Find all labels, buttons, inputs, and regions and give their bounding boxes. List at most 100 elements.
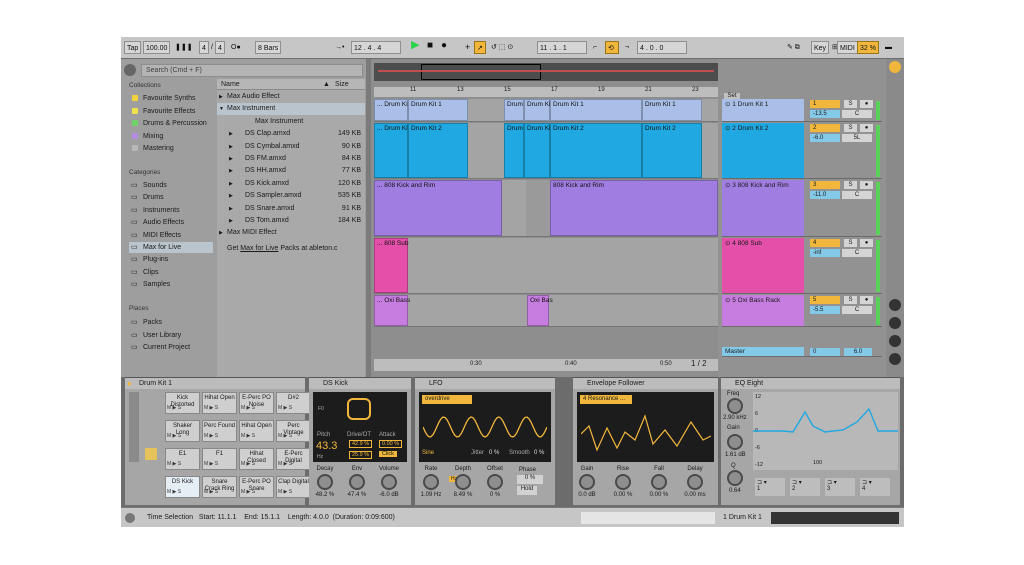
track-name-area[interactable]: ⊙ 1 Drum Kit 1 <box>722 99 804 121</box>
pad-controls[interactable]: M ▶ S <box>167 433 181 440</box>
file-row[interactable]: ▼ Max Instrument <box>217 103 365 116</box>
drum-pad[interactable]: Clap Digital M ▶ S <box>276 476 311 498</box>
arrangement-clip[interactable]: 808 Kick and Rim <box>550 180 718 236</box>
pad-controls[interactable]: M ▶ S <box>167 489 181 496</box>
sends-icon[interactable] <box>889 317 901 329</box>
drum-pad[interactable]: Perc Found M ▶ S <box>202 420 237 442</box>
drum-pad[interactable]: E-Perc PO Snare M ▶ S <box>239 476 274 498</box>
parameter-knob[interactable] <box>487 474 503 490</box>
collection-item[interactable]: Mixing <box>129 131 213 142</box>
arm-button[interactable]: ● <box>860 124 873 132</box>
lfo-title[interactable]: LFO <box>415 378 555 389</box>
parameter-knob[interactable] <box>651 474 667 490</box>
knob-value[interactable]: 8.49 % <box>447 492 479 498</box>
track-name-area[interactable]: ⊙ 4 808 Sub <box>722 238 804 293</box>
overview-viewport[interactable] <box>421 64 541 80</box>
expand-icon[interactable]: ▶ <box>229 165 233 177</box>
category-item[interactable]: ▭ Sounds <box>129 180 213 191</box>
track-header[interactable]: ⊙ 3 808 Kick and Rim 3 S ● -11.0 C <box>722 180 882 237</box>
capture-icon[interactable]: ↺ ⬚ ⊙ <box>489 41 515 54</box>
track-volume[interactable]: -11.0 <box>810 191 840 199</box>
expand-icon[interactable]: ▶ <box>229 141 233 153</box>
band-filter-icon[interactable]: ⊐ ▾ <box>827 479 853 486</box>
track-pan[interactable]: 5L <box>842 134 872 142</box>
drum-pad[interactable]: Hihat Open M ▶ S <box>202 392 237 414</box>
pitch-value[interactable]: 43.3 <box>316 440 337 452</box>
track-activator[interactable]: 3 <box>810 181 840 189</box>
attack-value[interactable]: 0.00 % <box>379 440 403 448</box>
master-pan[interactable]: 6.0 <box>844 348 872 356</box>
mixer-icon[interactable] <box>889 353 901 365</box>
drum-pad[interactable]: E1 M ▶ S <box>165 448 200 470</box>
phase-value[interactable]: 0 % <box>517 475 543 484</box>
expand-icon[interactable]: ▶ <box>229 128 233 140</box>
draw-mode-icon[interactable]: ✎ ⧉ <box>785 41 802 54</box>
category-item[interactable]: ▭ Instruments <box>129 205 213 216</box>
knob-value[interactable]: 0.00 % <box>607 492 639 498</box>
drum-rack-title[interactable]: Drum Kit 1 <box>125 378 305 389</box>
solo-button[interactable]: S <box>844 239 857 247</box>
knob-value[interactable]: 47.4 % <box>341 492 373 498</box>
browser-toggle-icon[interactable] <box>124 64 136 76</box>
loop-length[interactable]: 4 . 0 . 0 <box>637 41 687 54</box>
arrangement-clip[interactable]: Drum Kit <box>524 99 552 121</box>
arrangement-clip[interactable]: ... 808 Kick and Rim <box>374 180 502 236</box>
file-row[interactable]: Max Instrument <box>217 116 365 128</box>
file-row[interactable]: ▶ Max MIDI Effect <box>217 227 365 239</box>
arrangement-clip[interactable]: Drum Ki <box>504 123 530 178</box>
max-for-live-link[interactable]: Max for Live <box>240 245 278 252</box>
click-toggle[interactable]: Click <box>379 451 397 457</box>
eq-band-control[interactable]: ⊐ ▾ 4 <box>860 478 890 496</box>
status-icon[interactable] <box>125 513 135 523</box>
arm-button[interactable]: ● <box>860 100 873 108</box>
expand-icon[interactable]: ▶ <box>219 91 223 103</box>
loop-switch-icon[interactable]: ⟲ <box>605 41 619 54</box>
pad-controls[interactable]: M ▶ S <box>278 489 292 496</box>
pad-controls[interactable]: M ▶ S <box>241 489 255 496</box>
knob-value[interactable]: 0.0 dB <box>571 492 603 498</box>
arrangement-clip[interactable]: ... Drum Kit <box>374 99 410 121</box>
tap-button[interactable]: Tap <box>124 41 142 54</box>
track-volume[interactable]: -13.5 <box>810 110 840 118</box>
overview-strip[interactable] <box>374 63 718 81</box>
clip-overview[interactable] <box>581 512 715 524</box>
search-input[interactable]: Search (Cmd + F) <box>141 64 363 77</box>
expand-icon[interactable]: ▶ <box>229 153 233 165</box>
collection-item[interactable]: Drums & Percussion <box>129 118 213 129</box>
track-activator[interactable]: 1 <box>810 100 840 108</box>
gain-knob[interactable] <box>727 434 743 450</box>
drum-pad[interactable]: Snare Crack Ring M ▶ S <box>202 476 237 498</box>
arrangement-clip[interactable]: ... Drum Kit <box>374 123 410 178</box>
col-size[interactable]: Size <box>335 79 349 90</box>
drum-pad[interactable]: Perc Vintage M ▶ S <box>276 420 311 442</box>
file-row[interactable]: ▶ DS HH.amxd 77 KB <box>217 165 365 177</box>
stop-icon[interactable]: ■ <box>425 39 435 52</box>
drum-pad[interactable]: E-Perc Digital M ▶ S <box>276 448 311 470</box>
eq-title[interactable]: EQ Eight <box>721 378 900 389</box>
arrangement-clip[interactable]: Oxi Bas <box>527 295 553 326</box>
knob-value[interactable]: 0 % <box>479 492 511 498</box>
arrangement-clip[interactable]: ... Oxi Bass <box>374 295 410 326</box>
category-item[interactable]: ▭ Drums <box>129 192 213 203</box>
punch-out-icon[interactable]: ¬ <box>623 41 631 54</box>
drum-pad[interactable]: DS Kick M ▶ S <box>165 476 200 498</box>
envf-mode-select[interactable]: 4 Resonance ... <box>580 395 632 404</box>
q-knob[interactable] <box>727 470 743 486</box>
io-icon[interactable] <box>889 299 901 311</box>
arrangement-clip[interactable]: Drum Kit 1 <box>550 99 642 121</box>
arrangement-position[interactable]: 12 . 4 . 4 <box>351 41 401 54</box>
master-name-area[interactable]: Master <box>722 347 804 356</box>
category-item[interactable]: ▭ Audio Effects <box>129 217 213 228</box>
drive-value[interactable]: 42.9 % <box>349 440 373 448</box>
drum-pad[interactable]: Kick Distorted M ▶ S <box>165 392 200 414</box>
pad-controls[interactable]: M ▶ S <box>278 461 292 468</box>
menu-icon[interactable] <box>889 61 901 73</box>
jitter-value[interactable]: 0 % <box>489 450 499 456</box>
parameter-knob[interactable] <box>579 474 595 490</box>
arrangement-clip[interactable]: Drum Kit 2 <box>642 123 702 178</box>
envf-title[interactable]: Envelope Follower <box>573 378 718 389</box>
pad-overview[interactable] <box>145 448 157 460</box>
arrangement-clip[interactable]: Drum Kit 1 <box>408 99 468 121</box>
solo-button[interactable]: S <box>844 124 857 132</box>
expand-icon[interactable]: ▶ <box>229 215 233 227</box>
